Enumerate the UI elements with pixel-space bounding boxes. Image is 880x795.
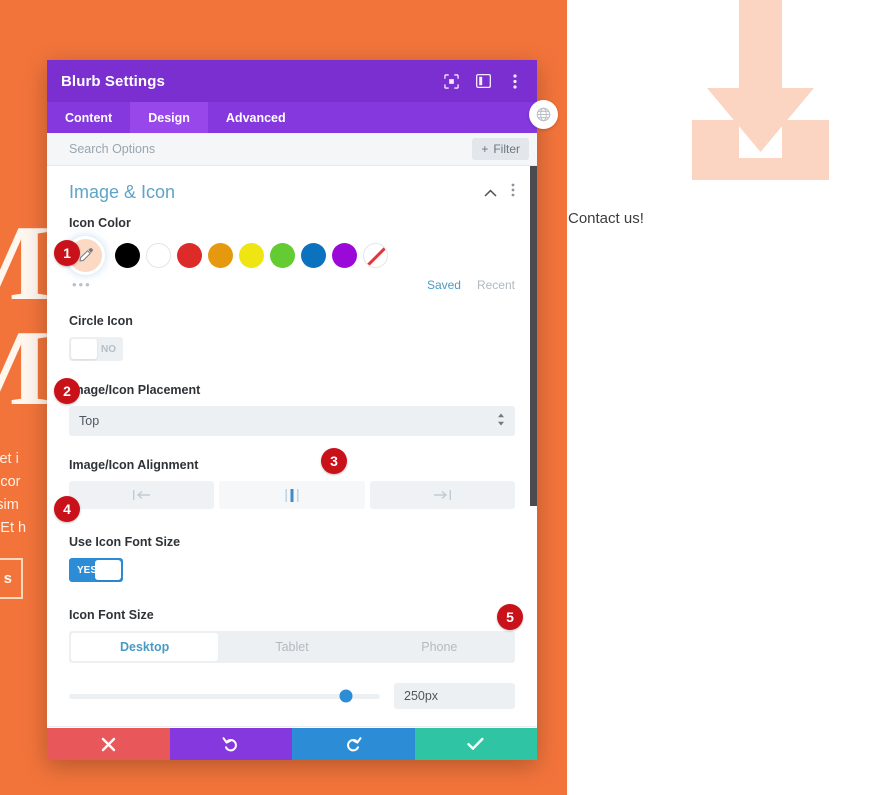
device-tab-tablet[interactable]: Tablet — [218, 633, 365, 661]
use-icon-font-size-label: Use Icon Font Size — [69, 535, 181, 549]
device-tab-group: Desktop Tablet Phone — [69, 631, 515, 663]
save-button[interactable] — [414, 728, 537, 760]
plus-icon: + — [481, 142, 489, 156]
toggle-knob — [71, 339, 97, 359]
toggle-knob — [95, 560, 121, 580]
swatch-blue[interactable] — [301, 243, 326, 268]
section-controls — [484, 183, 515, 202]
align-left-button[interactable] — [69, 481, 215, 509]
more-colors-button[interactable]: ••• — [72, 277, 92, 292]
section-title: Image & Icon — [69, 182, 176, 202]
check-icon — [467, 737, 484, 750]
site-cta-button[interactable]: s — [0, 558, 23, 599]
field-icon-font-size: Icon Font Size Desktop Tablet Phone 250p… — [47, 608, 537, 709]
swatch-white[interactable] — [146, 243, 171, 268]
field-image-icon-placement: Image/Icon Placement Top — [47, 383, 537, 436]
icon-font-size-row: 250px — [69, 683, 515, 709]
modal-footer — [47, 728, 537, 760]
placement-value: Top — [79, 414, 100, 428]
field-image-icon-alignment: Image/Icon Alignment — [47, 458, 537, 509]
use-icon-font-size-toggle[interactable]: YES — [69, 558, 123, 582]
modal-tabs: Content Design Advanced — [47, 102, 537, 133]
section-image-and-icon-header[interactable]: Image & Icon — [47, 166, 537, 216]
tab-content[interactable]: Content — [47, 102, 130, 133]
select-arrows-icon — [497, 413, 505, 429]
field-icon-color: Icon Color ••• Saved Recent — [47, 216, 537, 292]
settings-scroll-area: Image & Icon Icon Color ••• Saved Recent… — [47, 166, 537, 728]
callout-badge-2: 2 — [54, 378, 80, 404]
circle-icon-label: Circle Icon — [69, 314, 133, 328]
alignment-label: Image/Icon Alignment — [69, 458, 199, 472]
download-icon — [692, 0, 829, 180]
fullscreen-icon[interactable] — [443, 73, 459, 89]
swatch-yellow[interactable] — [239, 243, 264, 268]
circle-icon-toggle-state: NO — [101, 343, 116, 355]
swatch-black[interactable] — [115, 243, 140, 268]
more-vertical-icon[interactable] — [511, 183, 515, 202]
field-circle-icon: Circle Icon NO — [47, 314, 537, 361]
contact-us-text: Contact us! — [568, 210, 644, 227]
filter-button[interactable]: + Filter — [472, 138, 529, 160]
align-left-icon — [132, 490, 150, 500]
more-vertical-icon[interactable] — [507, 73, 523, 89]
undo-button[interactable] — [169, 728, 292, 760]
globe-settings-button[interactable] — [529, 100, 558, 129]
saved-tab[interactable]: Saved — [427, 278, 461, 292]
redo-button[interactable] — [292, 728, 415, 760]
icon-font-size-slider[interactable] — [69, 689, 380, 703]
modal-scrollbar[interactable] — [530, 166, 537, 728]
site-hero-heading: M M — [0, 210, 50, 422]
recent-tab[interactable]: Recent — [477, 278, 515, 292]
placement-label: Image/Icon Placement — [69, 383, 201, 397]
callout-badge-3: 3 — [321, 448, 347, 474]
align-right-icon — [434, 490, 452, 500]
modal-header: Blurb Settings — [47, 60, 537, 102]
alignment-button-group — [69, 481, 515, 509]
callout-badge-1: 1 — [54, 240, 80, 266]
callout-badge-4: 4 — [54, 496, 80, 522]
field-use-icon-font-size: Use Icon Font Size YES — [47, 535, 537, 582]
swatch-purple[interactable] — [332, 243, 357, 268]
search-input[interactable] — [69, 142, 473, 156]
swatch-green[interactable] — [270, 243, 295, 268]
search-options-bar: + Filter — [47, 133, 537, 166]
redo-icon — [346, 737, 362, 752]
device-tab-phone[interactable]: Phone — [366, 633, 513, 661]
filter-button-label: Filter — [493, 142, 520, 156]
align-right-button[interactable] — [369, 481, 515, 509]
align-center-button[interactable] — [219, 481, 365, 509]
scrollbar-thumb[interactable] — [530, 166, 537, 506]
use-icon-font-size-state: YES — [77, 564, 98, 576]
palette-tabs: Saved Recent — [427, 278, 515, 292]
swatch-subrow: ••• Saved Recent — [69, 277, 515, 292]
slider-handle[interactable] — [339, 689, 353, 703]
circle-icon-toggle[interactable]: NO — [69, 337, 123, 361]
undo-icon — [222, 737, 238, 752]
icon-color-label: Icon Color — [69, 216, 131, 230]
icon-color-swatches — [69, 239, 515, 272]
swatch-none[interactable] — [363, 243, 388, 268]
page-root: M M amus et i atque cor dent, sim fuga. … — [0, 0, 880, 795]
swatch-red[interactable] — [177, 243, 202, 268]
chevron-up-icon[interactable] — [484, 184, 497, 202]
tab-advanced[interactable]: Advanced — [208, 102, 304, 133]
modal-title: Blurb Settings — [61, 72, 165, 90]
icon-font-size-label: Icon Font Size — [69, 608, 154, 622]
device-tab-desktop[interactable]: Desktop — [71, 633, 219, 661]
icon-font-size-value[interactable]: 250px — [394, 683, 515, 709]
swatch-orange[interactable] — [208, 243, 233, 268]
tab-design[interactable]: Design — [130, 102, 208, 133]
blurb-settings-modal: Blurb Settings Content Design Advanced S… — [47, 60, 537, 760]
callout-badge-5: 5 — [497, 604, 523, 630]
layout-toggle-icon[interactable] — [475, 73, 491, 89]
section-text-header[interactable]: Text — [47, 726, 537, 728]
align-center-icon — [285, 488, 299, 502]
close-icon — [101, 737, 115, 751]
placement-select[interactable]: Top — [69, 406, 515, 436]
modal-header-actions — [443, 73, 523, 89]
globe-icon — [536, 107, 551, 122]
cancel-button[interactable] — [47, 728, 170, 760]
